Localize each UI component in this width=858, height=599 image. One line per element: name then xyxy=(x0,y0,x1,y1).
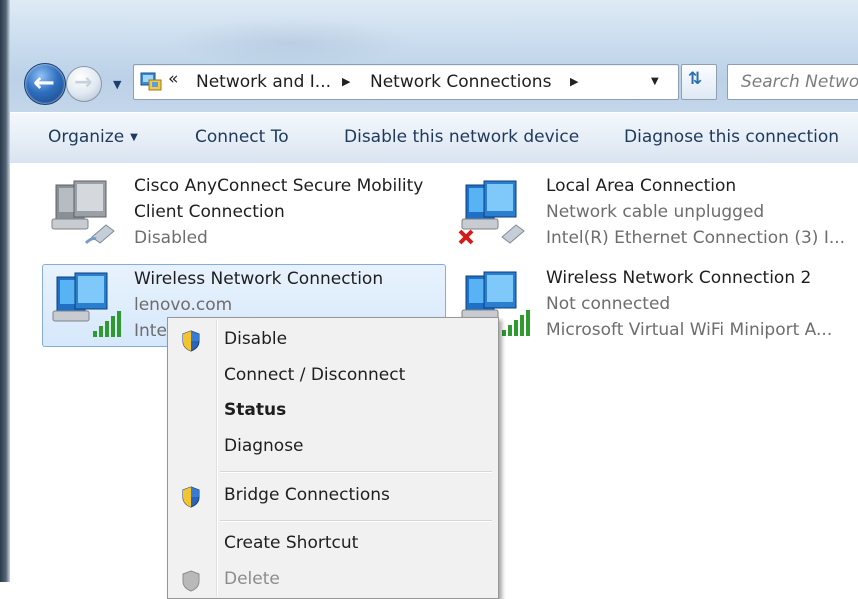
back-button[interactable]: ← xyxy=(24,63,66,105)
menu-item-label: Connect / Disconnect xyxy=(224,365,406,385)
command-bar: Organize ▼ Connect To Disable this networ… xyxy=(10,112,858,164)
uac-shield-icon xyxy=(182,570,200,592)
connection-wireless-2[interactable]: Wireless Network Connection 2 Not connec… xyxy=(456,264,858,344)
menu-item-delete[interactable]: Delete xyxy=(171,564,493,596)
menu-item-label: Bridge Connections xyxy=(224,485,390,505)
menu-item-connect-disconnect[interactable]: Connect / Disconnect xyxy=(171,360,493,392)
connection-status: Not connected xyxy=(546,294,671,314)
context-menu: Disable Connect / Disconnect Status Diag… xyxy=(167,317,499,599)
connection-cisco-anyconnect[interactable]: Cisco AnyConnect Secure Mobility Client … xyxy=(42,173,452,253)
breadcrumb-network-connections[interactable]: Network Connections xyxy=(370,72,551,92)
connection-name: Cisco AnyConnect Secure Mobility xyxy=(134,176,424,196)
connection-name: Wireless Network Connection xyxy=(134,269,384,289)
menu-separator xyxy=(220,471,492,473)
diagnose-connection-button[interactable]: Diagnose this connection xyxy=(624,127,839,147)
connection-device: Intel(R) Ethernet Connection (3) I... xyxy=(546,228,846,248)
address-bar[interactable]: « Network and I... ▶ Network Connections… xyxy=(133,64,679,100)
refresh-icon: ⇅ xyxy=(688,69,703,89)
network-adapter-unplugged-icon xyxy=(458,180,525,245)
back-arrow-icon: ← xyxy=(33,68,55,98)
address-overflow[interactable]: « xyxy=(168,69,178,89)
recent-pages-dropdown[interactable]: ▼ xyxy=(113,73,127,91)
breadcrumb-separator-icon[interactable]: ▶ xyxy=(570,75,578,88)
connection-status: Disabled xyxy=(134,228,208,248)
menu-item-create-shortcut[interactable]: Create Shortcut xyxy=(171,528,493,560)
menu-item-status[interactable]: Status xyxy=(171,395,493,427)
menu-item-label: Delete xyxy=(224,569,280,589)
menu-item-label: Disable xyxy=(224,329,288,349)
breadcrumb-network-and-internet[interactable]: Network and I... xyxy=(196,72,331,92)
menu-item-bridge-connections[interactable]: Bridge Connections xyxy=(171,480,493,512)
connection-status: Network cable unplugged xyxy=(546,202,765,222)
address-dropdown-icon[interactable]: ▼ xyxy=(651,76,659,87)
forward-button[interactable]: → xyxy=(66,66,102,102)
menu-item-diagnose[interactable]: Diagnose xyxy=(171,431,493,463)
connection-device: Microsoft Virtual WiFi Miniport A... xyxy=(546,320,833,340)
uac-shield-icon xyxy=(182,486,200,508)
search-input[interactable]: Search Netwo xyxy=(727,64,858,100)
network-folder-icon xyxy=(140,72,162,91)
network-adapter-disabled-icon xyxy=(51,180,115,245)
forward-arrow-icon: → xyxy=(74,70,93,95)
organize-menu[interactable]: Organize ▼ xyxy=(48,127,138,147)
connection-name-line2: Client Connection xyxy=(134,202,285,222)
connection-status: lenovo.com xyxy=(134,295,233,315)
connection-name: Wireless Network Connection 2 xyxy=(546,268,812,288)
connection-name: Local Area Connection xyxy=(546,176,737,196)
organize-label: Organize xyxy=(48,127,125,147)
breadcrumb-separator-icon[interactable]: ▶ xyxy=(342,75,350,88)
search-placeholder: Search Netwo xyxy=(741,72,858,92)
refresh-button[interactable]: ⇅ xyxy=(681,64,717,100)
menu-item-disable[interactable]: Disable xyxy=(171,324,493,356)
window-edge xyxy=(0,0,10,582)
chevron-down-icon: ▼ xyxy=(130,132,138,143)
menu-item-label: Create Shortcut xyxy=(224,533,359,553)
connect-to-button[interactable]: Connect To xyxy=(195,127,289,147)
connection-local-area[interactable]: Local Area Connection Network cable unpl… xyxy=(456,173,858,253)
menu-item-label: Status xyxy=(224,400,287,420)
disable-device-button[interactable]: Disable this network device xyxy=(344,127,579,147)
uac-shield-icon xyxy=(182,330,200,352)
menu-separator xyxy=(220,520,492,522)
wireless-adapter-icon xyxy=(52,272,121,337)
menu-item-label: Diagnose xyxy=(224,436,304,456)
chevron-down-icon: ▼ xyxy=(113,78,122,91)
